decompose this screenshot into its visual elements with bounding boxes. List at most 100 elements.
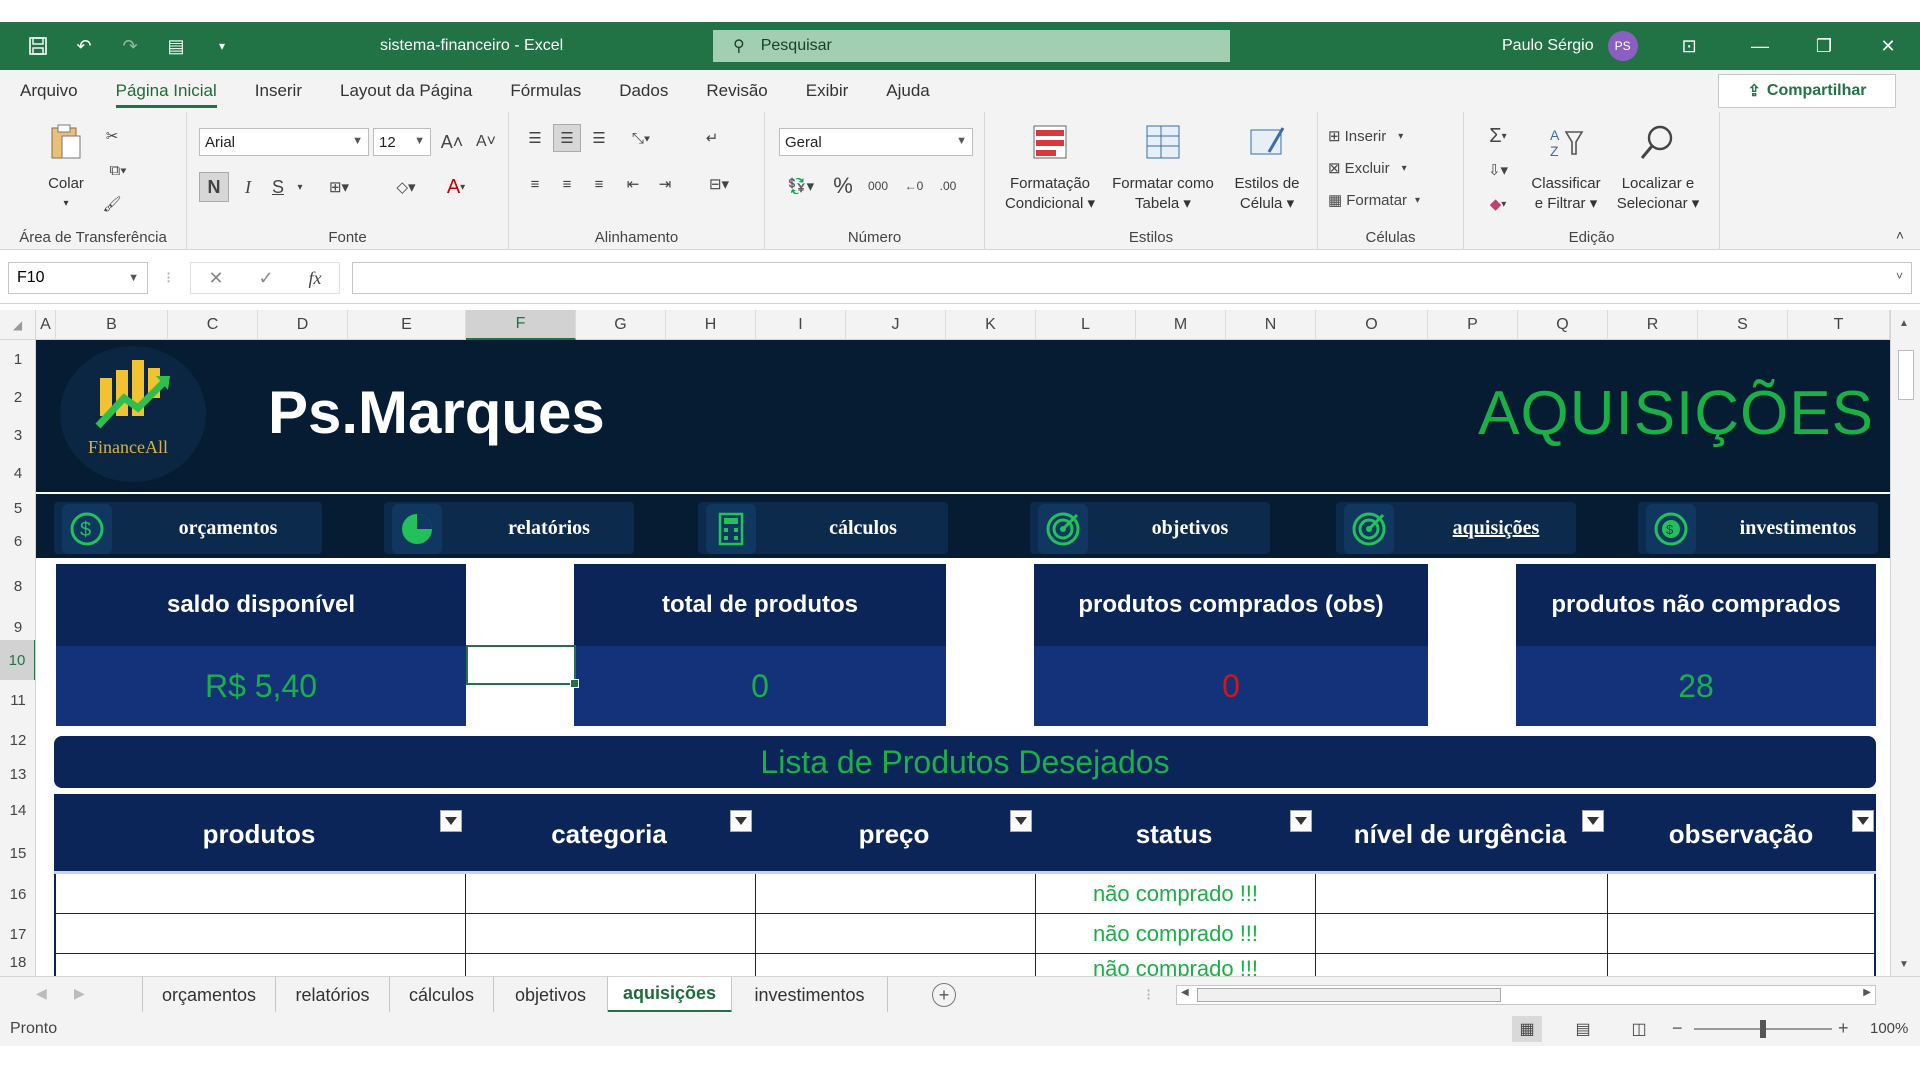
next-sheet-icon[interactable]: ▶ (74, 985, 85, 1002)
align-bottom-icon[interactable]: ☰ (585, 124, 613, 152)
column-header[interactable]: O (1316, 310, 1428, 340)
column-header[interactable]: I (756, 310, 846, 340)
merge-center-icon[interactable]: ⊟▾ (697, 170, 741, 198)
underline-button[interactable]: S (265, 172, 291, 202)
currency-icon[interactable]: 💱▾ (779, 172, 823, 200)
row-header[interactable]: 5 (0, 492, 35, 524)
zoom-in-icon[interactable]: + (1838, 1018, 1849, 1039)
tab-formulas[interactable]: Fórmulas (510, 70, 581, 112)
copy-icon[interactable]: ⧉▾ (100, 158, 136, 182)
tab-pagina-inicial[interactable]: Página Inicial (115, 70, 217, 112)
customize-qat-icon[interactable]: ▾ (210, 34, 234, 58)
close-icon[interactable]: ✕ (1856, 22, 1920, 70)
table-cell[interactable] (1316, 874, 1608, 914)
tab-ajuda[interactable]: Ajuda (886, 70, 929, 112)
add-sheet-icon[interactable]: + (932, 983, 956, 1007)
nav-calculos[interactable]: cálculos (698, 502, 948, 554)
table-cell[interactable] (756, 914, 1036, 954)
column-header[interactable]: R (1608, 310, 1698, 340)
filter-dropdown-icon[interactable] (730, 810, 752, 832)
column-header[interactable]: G (576, 310, 666, 340)
nav-relatorios[interactable]: relatórios (384, 502, 634, 554)
zoom-level[interactable]: 100% (1870, 1020, 1908, 1037)
cut-icon[interactable]: ✂ (100, 124, 124, 148)
share-button[interactable]: ⇪ Compartilhar (1718, 74, 1896, 108)
row-header[interactable]: 17 (0, 914, 35, 954)
table-cell[interactable] (1608, 874, 1874, 914)
sheet-tab-investimentos[interactable]: investimentos (732, 977, 888, 1013)
column-header[interactable]: H (666, 310, 756, 340)
horizontal-scrollbar[interactable]: ◀ ▶ (1176, 985, 1876, 1005)
worksheet[interactable]: FinanceAll Ps.Marques AQUISIÇÕES $ orçam… (36, 340, 1890, 976)
column-header[interactable]: L (1036, 310, 1136, 340)
name-box[interactable]: F10 ▼ (8, 262, 148, 294)
vertical-scroll-thumb[interactable] (1898, 350, 1914, 400)
fill-color-icon[interactable]: ◇▾ (385, 172, 427, 202)
increase-font-icon[interactable]: A˄ (437, 128, 467, 156)
vertical-scrollbar[interactable]: ▲ ▼ (1890, 310, 1920, 976)
save-icon[interactable] (26, 34, 50, 58)
row-header-selected[interactable]: 10 (0, 640, 35, 680)
italic-button[interactable]: I (235, 172, 261, 202)
status-cell[interactable]: não comprado !!! (1036, 874, 1316, 914)
format-as-table-button[interactable]: Formatar como Tabela ▾ (1105, 122, 1221, 214)
nav-orcamentos[interactable]: $ orçamentos (54, 502, 322, 554)
row-header[interactable]: 13 (0, 760, 35, 788)
sort-filter-button[interactable]: AZ Classificar e Filtrar ▾ (1524, 122, 1608, 214)
filter-dropdown-icon[interactable] (1290, 810, 1312, 832)
column-header[interactable]: C (168, 310, 258, 340)
column-header-selected[interactable]: F (466, 310, 576, 340)
table-cell[interactable] (756, 874, 1036, 914)
minimize-icon[interactable]: — (1728, 22, 1792, 70)
row-header[interactable]: 16 (0, 874, 35, 914)
column-header[interactable]: P (1428, 310, 1518, 340)
row-header[interactable]: 9 (0, 614, 35, 640)
row-header[interactable]: 8 (0, 558, 35, 614)
column-header[interactable]: A (36, 310, 56, 340)
table-cell[interactable] (756, 954, 1036, 976)
filter-dropdown-icon[interactable] (1010, 810, 1032, 832)
tab-dados[interactable]: Dados (619, 70, 668, 112)
nav-aquisicoes[interactable]: aquisições (1336, 502, 1576, 554)
search-box[interactable]: ⚲ Pesquisar (713, 30, 1230, 62)
redo-icon[interactable]: ↷ (118, 34, 142, 58)
table-cell[interactable] (1608, 914, 1874, 954)
tab-layout[interactable]: Layout da Página (340, 70, 472, 112)
zoom-out-icon[interactable]: − (1672, 1018, 1683, 1039)
row-header[interactable]: 3 (0, 416, 35, 454)
status-cell[interactable]: não comprado !!! (1036, 914, 1316, 954)
table-cell[interactable] (466, 914, 756, 954)
column-header[interactable]: M (1136, 310, 1226, 340)
horizontal-scroll-thumb[interactable] (1197, 988, 1501, 1002)
align-left-icon[interactable]: ≡ (521, 170, 549, 198)
increase-indent-icon[interactable]: ⇥ (651, 170, 679, 198)
orientation-icon[interactable]: ⤡▾ (619, 124, 663, 152)
avatar[interactable]: PS (1607, 31, 1638, 61)
sheet-tab-orcamentos[interactable]: orçamentos (142, 977, 276, 1013)
form-icon[interactable]: ▤ (164, 34, 188, 58)
decrease-decimal-icon[interactable]: .00 (933, 172, 963, 200)
column-header[interactable]: J (846, 310, 946, 340)
find-select-button[interactable]: Localizar e Selecionar ▾ (1608, 122, 1708, 214)
tab-revisao[interactable]: Revisão (706, 70, 767, 112)
align-top-icon[interactable]: ☰ (521, 124, 549, 152)
prev-sheet-icon[interactable]: ◀ (36, 985, 47, 1002)
font-size-combo[interactable]: 12 ▼ (373, 128, 431, 156)
column-header[interactable]: B (56, 310, 168, 340)
tab-split-grip-icon[interactable]: ⁝ (1146, 985, 1151, 1005)
filter-dropdown-icon[interactable] (440, 810, 462, 832)
normal-view-icon[interactable]: ▦ (1512, 1016, 1542, 1042)
conditional-formatting-button[interactable]: Formatação Condicional ▾ (995, 122, 1105, 214)
wrap-text-icon[interactable]: ↵ (697, 124, 727, 152)
tab-exibir[interactable]: Exibir (806, 70, 849, 112)
scroll-down-icon[interactable]: ▼ (1899, 959, 1909, 970)
column-header[interactable]: K (946, 310, 1036, 340)
align-middle-icon[interactable]: ☰ (553, 124, 581, 152)
borders-icon[interactable]: ⊞▾ (319, 172, 359, 202)
column-header[interactable]: S (1698, 310, 1788, 340)
undo-icon[interactable]: ↶ (72, 34, 96, 58)
font-color-icon[interactable]: A ▾ (435, 172, 477, 202)
zoom-slider-thumb[interactable] (1760, 1020, 1766, 1038)
table-cell[interactable] (1316, 954, 1608, 976)
format-cells-button[interactable]: ▦ Formatar ▾ (1328, 188, 1454, 212)
